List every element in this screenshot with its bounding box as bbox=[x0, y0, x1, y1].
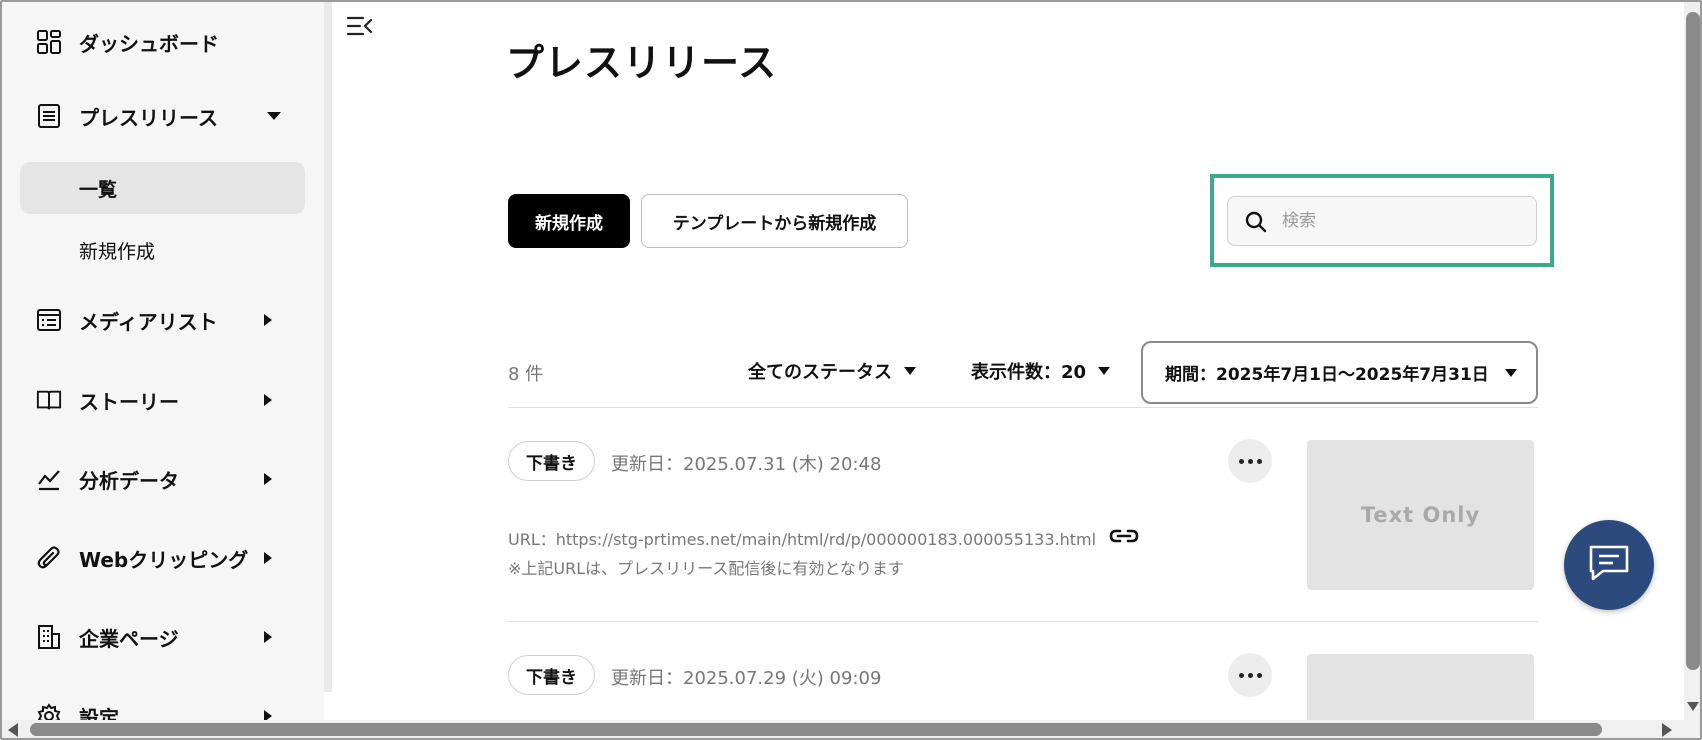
sidebar-item-label: 企業ページ bbox=[79, 626, 179, 651]
dashboard-icon bbox=[36, 29, 62, 55]
scroll-right-icon[interactable] bbox=[1662, 723, 1672, 737]
chat-icon bbox=[1587, 543, 1631, 587]
release-thumbnail[interactable] bbox=[1307, 654, 1534, 720]
paperclip-icon bbox=[36, 545, 62, 571]
collapse-sidebar-icon[interactable] bbox=[346, 14, 374, 38]
chart-icon bbox=[36, 466, 62, 492]
dot bbox=[1247, 458, 1253, 464]
period-filter-label: 期間：2025年7月1日～2025年7月31日 bbox=[1165, 365, 1489, 385]
updated-date: 更新日：2025.07.31 (木) 20:48 bbox=[611, 454, 882, 475]
per-page-label: 表示件数：20 bbox=[971, 362, 1087, 383]
list-icon bbox=[36, 307, 62, 333]
book-icon bbox=[36, 387, 62, 413]
app-window: ダッシュボード プレスリリース 一覧 新規作成 メディアリスト ストーリー 分析… bbox=[0, 0, 1702, 740]
sidebar-item-dashboard[interactable]: ダッシュボード bbox=[2, 18, 324, 66]
sidebar-item-label: ストーリー bbox=[79, 389, 179, 414]
updated-date: 更新日：2025.07.29 (火) 09:09 bbox=[611, 668, 882, 689]
horizontal-scrollbar[interactable] bbox=[2, 720, 1684, 738]
chevron-down-icon bbox=[267, 112, 281, 120]
sidebar-subitem-list[interactable]: 一覧 bbox=[20, 162, 305, 214]
sidebar-item-media-list[interactable]: メディアリスト bbox=[2, 296, 324, 344]
dot bbox=[1238, 458, 1244, 464]
horizontal-scrollbar-thumb[interactable] bbox=[30, 723, 1602, 736]
sidebar-scrollbar[interactable] bbox=[324, 2, 332, 692]
status-badge: 下書き bbox=[508, 441, 595, 481]
dot bbox=[1256, 458, 1262, 464]
sidebar-item-label: 設定 bbox=[79, 705, 119, 721]
search-icon bbox=[1244, 210, 1268, 234]
release-url-text: URL：https://stg-prtimes.net/main/html/rd… bbox=[508, 530, 1097, 549]
more-options-button[interactable] bbox=[1228, 439, 1272, 483]
vertical-scrollbar[interactable] bbox=[1684, 2, 1700, 720]
divider bbox=[508, 407, 1538, 408]
period-filter-dropdown[interactable]: 期間：2025年7月1日～2025年7月31日 bbox=[1141, 341, 1538, 404]
dot bbox=[1238, 672, 1244, 678]
search-input[interactable] bbox=[1282, 207, 1522, 235]
chevron-down-icon bbox=[1504, 368, 1517, 377]
sidebar-item-label: Webクリッピング bbox=[79, 547, 249, 572]
status-filter-dropdown[interactable]: 全てのステータス bbox=[748, 358, 916, 384]
sidebar-item-company-page[interactable]: 企業ページ bbox=[2, 613, 324, 661]
scrollbar-corner bbox=[1684, 720, 1700, 738]
release-thumbnail[interactable]: Text Only bbox=[1307, 440, 1534, 590]
scroll-left-icon[interactable] bbox=[8, 723, 18, 737]
chevron-right-icon bbox=[264, 552, 272, 564]
search-box[interactable] bbox=[1227, 196, 1537, 246]
sidebar-item-label: ダッシュボード bbox=[79, 31, 219, 56]
chevron-right-icon bbox=[264, 710, 272, 720]
gear-icon bbox=[36, 703, 62, 720]
sidebar: ダッシュボード プレスリリース 一覧 新規作成 メディアリスト ストーリー 分析… bbox=[2, 2, 324, 720]
divider bbox=[508, 621, 1538, 622]
page-title: プレスリリース bbox=[506, 41, 778, 85]
sidebar-item-web-clipping[interactable]: Webクリッピング bbox=[2, 534, 324, 582]
release-url-note: ※上記URLは、プレスリリース配信後に有効となります bbox=[508, 559, 904, 578]
vertical-scrollbar-thumb[interactable] bbox=[1686, 12, 1700, 670]
dot bbox=[1247, 672, 1253, 678]
chat-button[interactable] bbox=[1564, 520, 1654, 610]
sidebar-item-label: 分析データ bbox=[79, 468, 179, 493]
chevron-right-icon bbox=[264, 631, 272, 643]
new-from-template-button[interactable]: テンプレートから新規作成 bbox=[641, 194, 908, 248]
sidebar-item-analytics[interactable]: 分析データ bbox=[2, 455, 324, 503]
release-url: URL：https://stg-prtimes.net/main/html/rd… bbox=[508, 526, 1140, 550]
per-page-dropdown[interactable]: 表示件数：20 bbox=[971, 358, 1111, 384]
scroll-down-icon[interactable] bbox=[1687, 702, 1699, 711]
building-icon bbox=[36, 624, 62, 650]
chevron-right-icon bbox=[264, 394, 272, 406]
status-badge: 下書き bbox=[508, 655, 595, 695]
main-content: プレスリリース 新規作成 テンプレートから新規作成 8 件 全てのステータス 表… bbox=[332, 2, 1684, 720]
document-icon bbox=[36, 103, 62, 129]
sidebar-item-press-release[interactable]: プレスリリース bbox=[2, 92, 324, 140]
link-icon[interactable] bbox=[1108, 527, 1140, 549]
dot bbox=[1256, 672, 1262, 678]
sidebar-item-story[interactable]: ストーリー bbox=[2, 376, 324, 424]
chevron-down-icon bbox=[1098, 367, 1111, 375]
status-filter-label: 全てのステータス bbox=[748, 362, 892, 383]
chevron-right-icon bbox=[264, 314, 272, 326]
sidebar-item-label: プレスリリース bbox=[79, 105, 218, 130]
sidebar-subitem-new[interactable]: 新規作成 bbox=[20, 224, 305, 276]
new-release-button[interactable]: 新規作成 bbox=[508, 194, 630, 248]
sidebar-item-label: メディアリスト bbox=[79, 309, 218, 334]
result-count: 8 件 bbox=[508, 364, 544, 385]
sidebar-item-settings[interactable]: 設定 bbox=[2, 692, 324, 720]
chevron-right-icon bbox=[264, 473, 272, 485]
more-options-button[interactable] bbox=[1228, 653, 1272, 697]
chevron-down-icon bbox=[904, 367, 916, 375]
